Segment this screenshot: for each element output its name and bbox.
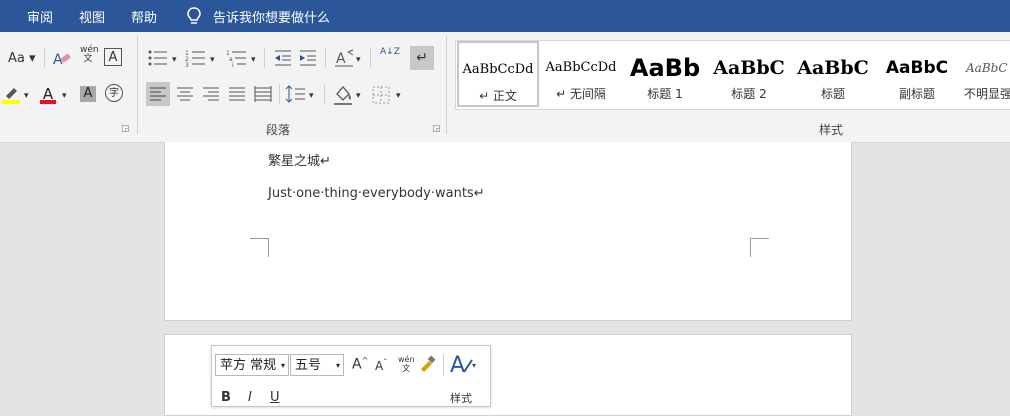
- svg-text:A: A: [450, 353, 465, 378]
- svg-text:A: A: [336, 51, 346, 67]
- font-size-combo[interactable]: 五号 ▾: [290, 354, 344, 376]
- style-preview: AaBbC: [797, 57, 869, 79]
- grow-font-letter: A: [352, 356, 362, 373]
- menu-help[interactable]: 帮助: [131, 7, 157, 26]
- sort-button[interactable]: A↓Z: [380, 47, 400, 57]
- decrease-indent-icon[interactable]: [273, 48, 293, 68]
- style-name: ↵ 正文: [479, 89, 517, 103]
- highlight-dropdown[interactable]: ▾: [24, 88, 29, 104]
- justify-icon[interactable]: [226, 82, 248, 106]
- style-preview: AaBbC: [713, 57, 785, 79]
- style-preview: AaBbCcDd: [462, 62, 534, 77]
- borders-dropdown[interactable]: ▾: [396, 88, 401, 104]
- font-color-dropdown[interactable]: ▾: [62, 88, 67, 104]
- align-left-button[interactable]: [146, 82, 170, 106]
- style-heading-1[interactable]: AaBb 标题 1: [624, 41, 706, 107]
- style-name: 不明显强: [964, 87, 1010, 101]
- font-dropdown-arrow: ▾: [280, 361, 285, 370]
- enclose-char-button[interactable]: 字: [105, 84, 123, 102]
- svg-text:▾: ▾: [472, 361, 476, 370]
- phonetic-guide-mini[interactable]: wén 文: [398, 355, 415, 373]
- multilevel-dropdown[interactable]: ▾: [251, 52, 256, 68]
- doc-line-title[interactable]: 繁星之城↵: [268, 150, 331, 169]
- style-preview: AaBbC: [966, 61, 1008, 75]
- increase-indent-icon[interactable]: [298, 48, 318, 68]
- font-color-button[interactable]: A: [38, 84, 58, 104]
- line-spacing-icon[interactable]: [285, 82, 307, 106]
- style-name: ↵ 无间隔: [556, 87, 606, 101]
- tell-me-search[interactable]: 告诉我你想要做什么: [213, 7, 330, 26]
- char-shading-button[interactable]: A: [80, 86, 96, 102]
- styles-gallery: AaBbCcDd ↵ 正文 AaBbCcDd ↵ 无间隔 AaBb 标题 1 A…: [455, 40, 1010, 110]
- format-painter-icon[interactable]: [419, 355, 437, 373]
- style-name: 标题 2: [731, 87, 767, 101]
- menu-review[interactable]: 审阅: [27, 7, 53, 26]
- font-dialog-launcher[interactable]: ◲: [121, 124, 130, 134]
- styles-mini-label: 样式: [450, 392, 472, 405]
- italic-button[interactable]: I: [248, 390, 252, 405]
- distributed-icon[interactable]: [252, 82, 274, 106]
- size-dropdown-arrow: ▾: [335, 361, 340, 370]
- style-subtle-emphasis[interactable]: AaBbC 不明显强: [960, 41, 1010, 107]
- menu-view[interactable]: 视图: [79, 7, 105, 26]
- clear-format-icon[interactable]: A: [52, 48, 72, 68]
- align-center-icon[interactable]: [174, 82, 196, 106]
- font-size-value: 五号: [295, 358, 322, 373]
- align-right-icon[interactable]: [200, 82, 222, 106]
- menu-bar: 审阅 视图 帮助 告诉我你想要做什么: [0, 0, 1010, 32]
- style-preview: AaBbC: [885, 58, 949, 78]
- font-name-combo[interactable]: 苹方 常规 ▾: [215, 354, 289, 376]
- font-name-value: 苹方 常规: [220, 358, 277, 373]
- multilevel-list-icon[interactable]: 1ai: [226, 48, 248, 69]
- ribbon: Aa ▾ A wén 文 A ▾ A ▾ A 字 ◲ ▾ 123 ▾ 1ai ▾…: [0, 32, 1010, 143]
- shading-icon[interactable]: [332, 82, 354, 106]
- style-preview: AaBbCcDd: [545, 60, 617, 75]
- shading-dropdown[interactable]: ▾: [356, 88, 361, 104]
- line-spacing-dropdown[interactable]: ▾: [309, 88, 314, 104]
- lightbulb-icon: [186, 6, 202, 26]
- styles-group-label: 样式: [819, 123, 844, 137]
- mini-toolbar: 苹方 常规 ▾ 五号 ▾ A^ Aˇ wén 文 A ▾ B I U 样式: [211, 345, 491, 407]
- style-name: 副标题: [898, 87, 935, 101]
- grow-font-button[interactable]: A^: [352, 356, 368, 373]
- font-color-swatch: [40, 100, 56, 104]
- margin-mark-right: [750, 238, 769, 257]
- underline-button[interactable]: U: [270, 390, 280, 405]
- highlight-icon[interactable]: [2, 84, 22, 104]
- align-left-icon: [150, 87, 166, 101]
- change-case-button[interactable]: Aa ▾: [8, 51, 36, 67]
- chinese-layout-dropdown[interactable]: ▾: [356, 52, 361, 68]
- svg-text:i: i: [232, 62, 234, 68]
- style-normal[interactable]: AaBbCcDd ↵ 正文: [457, 41, 539, 107]
- style-name: 标题 1: [647, 87, 683, 101]
- style-name: 标题: [820, 87, 845, 101]
- shrink-font-button[interactable]: Aˇ: [375, 358, 387, 373]
- phonetic-guide-button[interactable]: wén 文: [80, 46, 99, 64]
- borders-icon[interactable]: [370, 82, 392, 106]
- char-border-button[interactable]: A: [104, 48, 122, 66]
- style-no-spacing[interactable]: AaBbCcDd ↵ 无间隔: [540, 41, 622, 107]
- style-preview: AaBb: [629, 55, 701, 81]
- style-title[interactable]: AaBbC 标题: [792, 41, 874, 107]
- shrink-font-letter: A: [375, 359, 384, 373]
- svg-text:3: 3: [185, 62, 189, 68]
- paragraph-group-label: 段落: [266, 123, 291, 137]
- document-page[interactable]: 繁星之城↵ Just·one·thing·everybody·wants↵: [164, 142, 852, 321]
- bullets-dropdown[interactable]: ▾: [172, 52, 177, 68]
- margin-mark-left: [250, 238, 269, 257]
- bold-button[interactable]: B: [221, 390, 231, 405]
- numbering-icon[interactable]: 123: [185, 48, 207, 69]
- show-marks-button[interactable]: ↵: [410, 46, 434, 70]
- style-heading-2[interactable]: AaBbC 标题 2: [708, 41, 790, 107]
- svg-text:A: A: [53, 52, 63, 68]
- doc-line-text[interactable]: Just·one·thing·everybody·wants↵: [268, 186, 485, 201]
- chinese-layout-icon[interactable]: A: [334, 48, 354, 68]
- styles-mini-icon[interactable]: A ▾: [450, 352, 478, 378]
- style-subtitle[interactable]: AaBbC 副标题: [876, 41, 958, 107]
- paragraph-dialog-launcher[interactable]: ◲: [432, 124, 441, 134]
- numbering-dropdown[interactable]: ▾: [210, 52, 215, 68]
- bullets-icon[interactable]: [147, 48, 169, 68]
